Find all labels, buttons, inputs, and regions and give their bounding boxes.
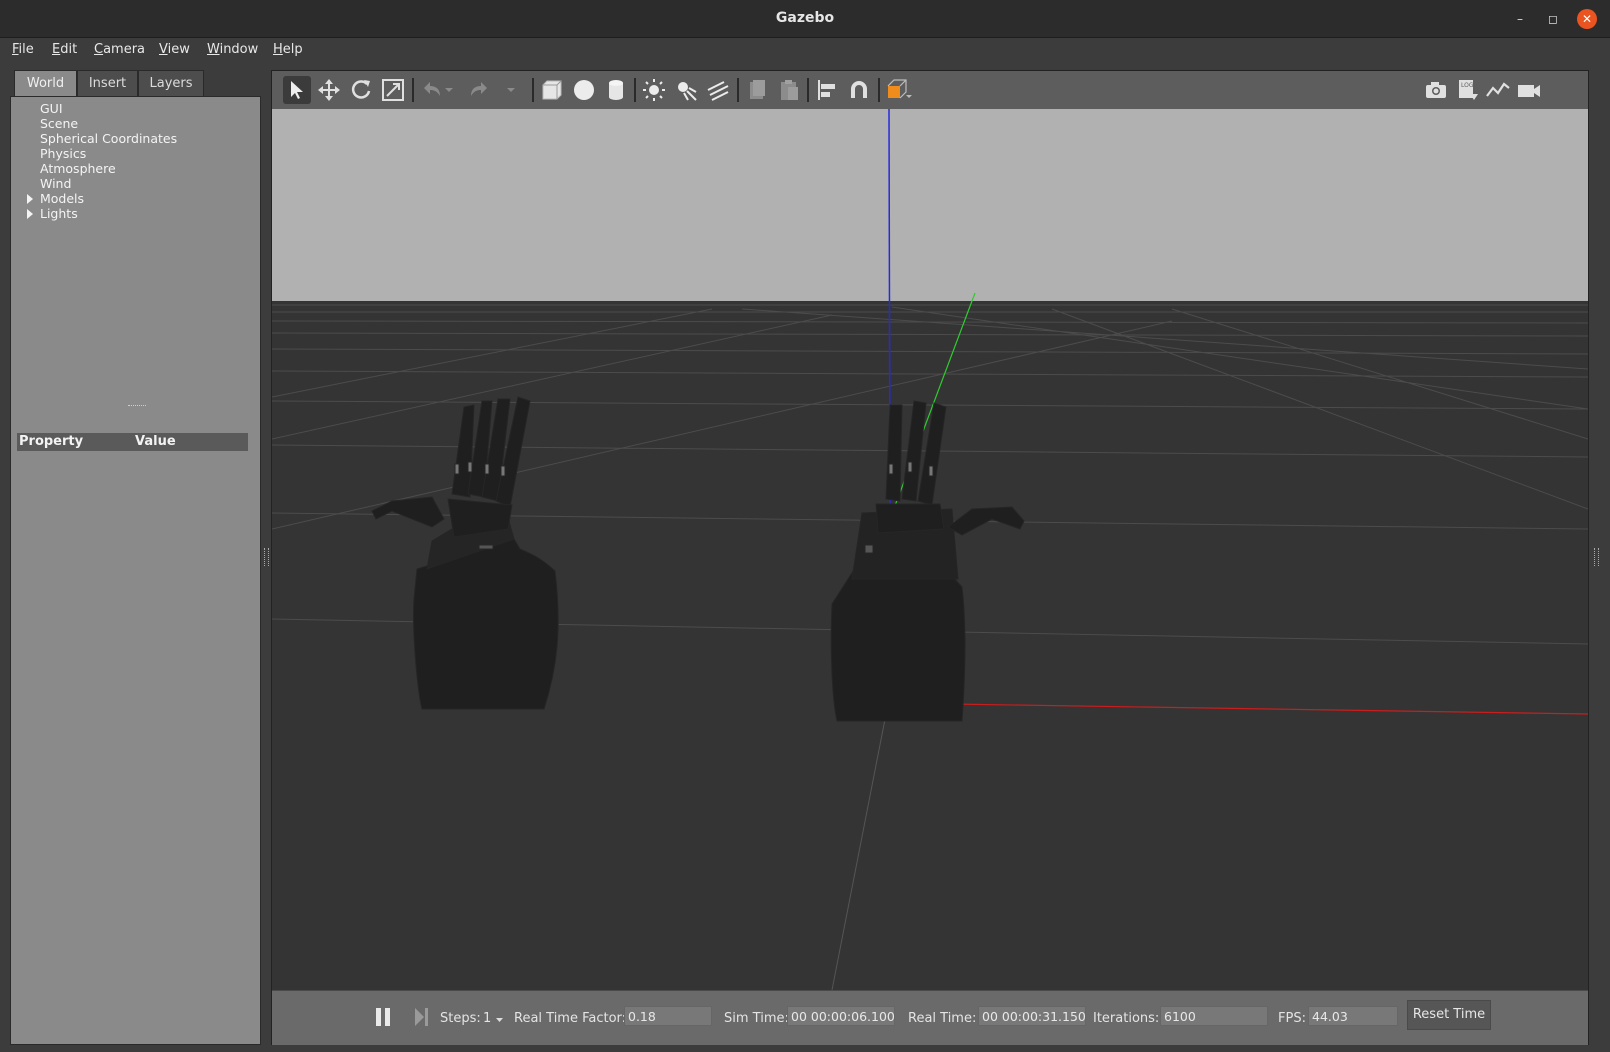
main-toolbar: LOG [272,71,1588,110]
log-recorder-icon[interactable]: LOG [1453,76,1481,104]
tree-item-spherical-coordinates[interactable]: Spherical Coordinates [40,131,177,146]
video-recorder-icon[interactable] [1515,76,1543,104]
maximize-icon[interactable]: ◻ [1543,9,1563,29]
point-light-icon[interactable] [640,76,668,104]
pause-icon[interactable] [374,1006,392,1028]
property-table-header: Property Value [17,433,248,451]
directional-light-icon[interactable] [704,76,732,104]
rotate-icon[interactable] [347,76,375,104]
close-icon[interactable]: ✕ [1577,9,1597,29]
svg-text:LOG: LOG [1461,82,1474,89]
real-time-value: 00 00:00:31.150 [978,1006,1086,1026]
sim-time-value: 00 00:00:06.100 [787,1006,895,1026]
property-column-header: Property [19,434,84,449]
menu-help[interactable]: Help [273,42,303,57]
align-icon[interactable] [813,76,841,104]
undo-history-dropdown-icon[interactable] [442,76,456,104]
window-title: Gazebo [775,10,835,26]
scene-3d-view[interactable] [272,109,1588,990]
tree-item-scene[interactable]: Scene [40,116,78,131]
menu-bar: File Edit Camera View Window Help [0,38,1610,64]
translate-icon[interactable] [315,76,343,104]
redo-history-dropdown-icon[interactable] [504,76,518,104]
right-splitter-handle[interactable] [1594,548,1599,566]
left-splitter-handle[interactable] [264,548,269,566]
real-time-factor-label: Real Time Factor: [514,1011,627,1026]
real-time-factor-value: 0.18 [624,1006,712,1026]
toolbar-separator [532,78,534,102]
spot-light-icon[interactable] [672,76,700,104]
tab-insert[interactable]: Insert [77,70,138,96]
tree-item-models[interactable]: Models [40,191,84,206]
tab-layers[interactable]: Layers [138,70,204,96]
title-bar: Gazebo – ◻ ✕ [0,0,1610,38]
toolbar-separator [634,78,636,102]
toolbar-separator [737,78,739,102]
menu-window[interactable]: Window [207,42,258,57]
fps-value: 44.03 [1308,1006,1398,1026]
tree-item-atmosphere[interactable]: Atmosphere [40,161,116,176]
real-time-label: Real Time: [908,1011,977,1026]
snap-magnet-icon[interactable] [845,76,873,104]
expand-arrow-icon[interactable] [27,194,33,204]
left-panel-tabs: World Insert Layers [10,70,261,96]
tab-world[interactable]: World [14,70,77,96]
world-tree: GUI Scene Spherical Coordinates Physics … [10,96,261,1045]
step-forward-icon[interactable] [413,1006,431,1028]
view-angle-cube-face [888,86,900,98]
menu-view[interactable]: View [159,42,190,57]
simulation-status-bar: Steps: 1 Real Time Factor: 0.18 Sim Time… [272,990,1588,1045]
tree-item-physics[interactable]: Physics [40,146,86,161]
tree-item-lights[interactable]: Lights [40,206,78,221]
sky [272,109,1588,301]
panel-splitter-handle[interactable] [128,405,146,408]
sim-time-label: Sim Time: [724,1011,789,1026]
plot-icon[interactable] [1484,76,1512,104]
redo-icon[interactable] [465,76,493,104]
steps-dropdown-icon[interactable] [495,1015,504,1025]
tree-item-gui[interactable]: GUI [40,101,63,116]
tree-item-wind[interactable]: Wind [40,176,71,191]
render-viewport: LOG Steps: 1 Real Time Factor: 0.18 Sim … [271,70,1589,1045]
view-angle-dropdown-icon[interactable] [905,76,913,104]
menu-camera[interactable]: Camera [94,42,145,57]
select-arrow-icon[interactable] [283,76,311,104]
screenshot-camera-icon[interactable] [1422,76,1450,104]
reset-time-button[interactable]: Reset Time [1407,1000,1491,1030]
steps-label: Steps: [440,1011,481,1026]
minimize-icon[interactable]: – [1510,9,1530,29]
toolbar-separator [878,78,880,102]
value-column-header: Value [135,434,176,449]
menu-file[interactable]: File [12,42,34,57]
left-panel: World Insert Layers GUI Scene Spherical … [10,70,261,1045]
toolbar-separator [807,78,809,102]
menu-edit[interactable]: Edit [52,42,77,57]
expand-arrow-icon[interactable] [27,209,33,219]
sphere-icon[interactable] [570,76,598,104]
toolbar-separator [412,78,414,102]
iterations-value: 6100 [1160,1006,1268,1026]
scale-icon[interactable] [379,76,407,104]
cylinder-icon[interactable] [602,76,630,104]
iterations-label: Iterations: [1093,1011,1160,1026]
paste-icon[interactable] [775,76,803,104]
copy-icon[interactable] [743,76,771,104]
steps-spinner[interactable]: 1 [483,1011,491,1026]
fps-label: FPS: [1278,1011,1306,1026]
box-icon[interactable] [538,76,566,104]
